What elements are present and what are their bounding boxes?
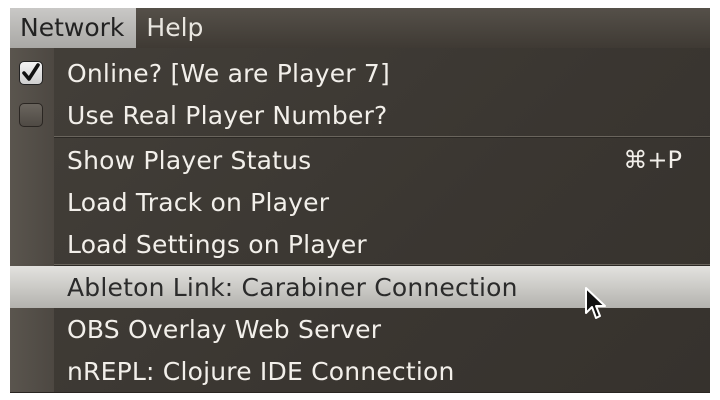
menu-item-online[interactable]: Online? [We are Player 7]: [10, 52, 710, 94]
menu-separator: [54, 136, 710, 138]
menu-item-load-settings[interactable]: Load Settings on Player: [10, 223, 710, 265]
menu-item-label: nREPL: Clojure IDE Connection: [67, 356, 455, 386]
menu-item-load-track[interactable]: Load Track on Player: [10, 181, 710, 223]
menu-item-nrepl[interactable]: nREPL: Clojure IDE Connection: [10, 350, 710, 392]
menu-item-show-player-status[interactable]: Show Player Status ⌘+P: [10, 139, 710, 181]
checkbox-checked[interactable]: [19, 61, 43, 85]
menu-item-label: Load Track on Player: [67, 187, 330, 217]
network-dropdown-menu: Online? [We are Player 7] Use Real Playe…: [10, 48, 710, 392]
menu-item-label: OBS Overlay Web Server: [67, 314, 382, 344]
menu-item-label: Show Player Status: [67, 145, 312, 175]
menu-item-use-real-player-number[interactable]: Use Real Player Number?: [10, 94, 710, 136]
shortcut-label: ⌘+P: [623, 146, 682, 174]
menu-help[interactable]: Help: [136, 8, 215, 48]
checkbox-unchecked[interactable]: [19, 103, 43, 127]
menu-item-label: Online? [We are Player 7]: [67, 58, 390, 88]
menu-network[interactable]: Network: [10, 8, 137, 48]
checkmark-icon: [22, 63, 40, 81]
menu-item-label: Ableton Link: Carabiner Connection: [67, 272, 518, 302]
mouse-pointer-icon: [585, 287, 606, 319]
menu-item-label: Load Settings on Player: [67, 229, 367, 259]
menu-bar: Network Help: [10, 8, 710, 49]
menu-item-label: Use Real Player Number?: [67, 100, 388, 130]
